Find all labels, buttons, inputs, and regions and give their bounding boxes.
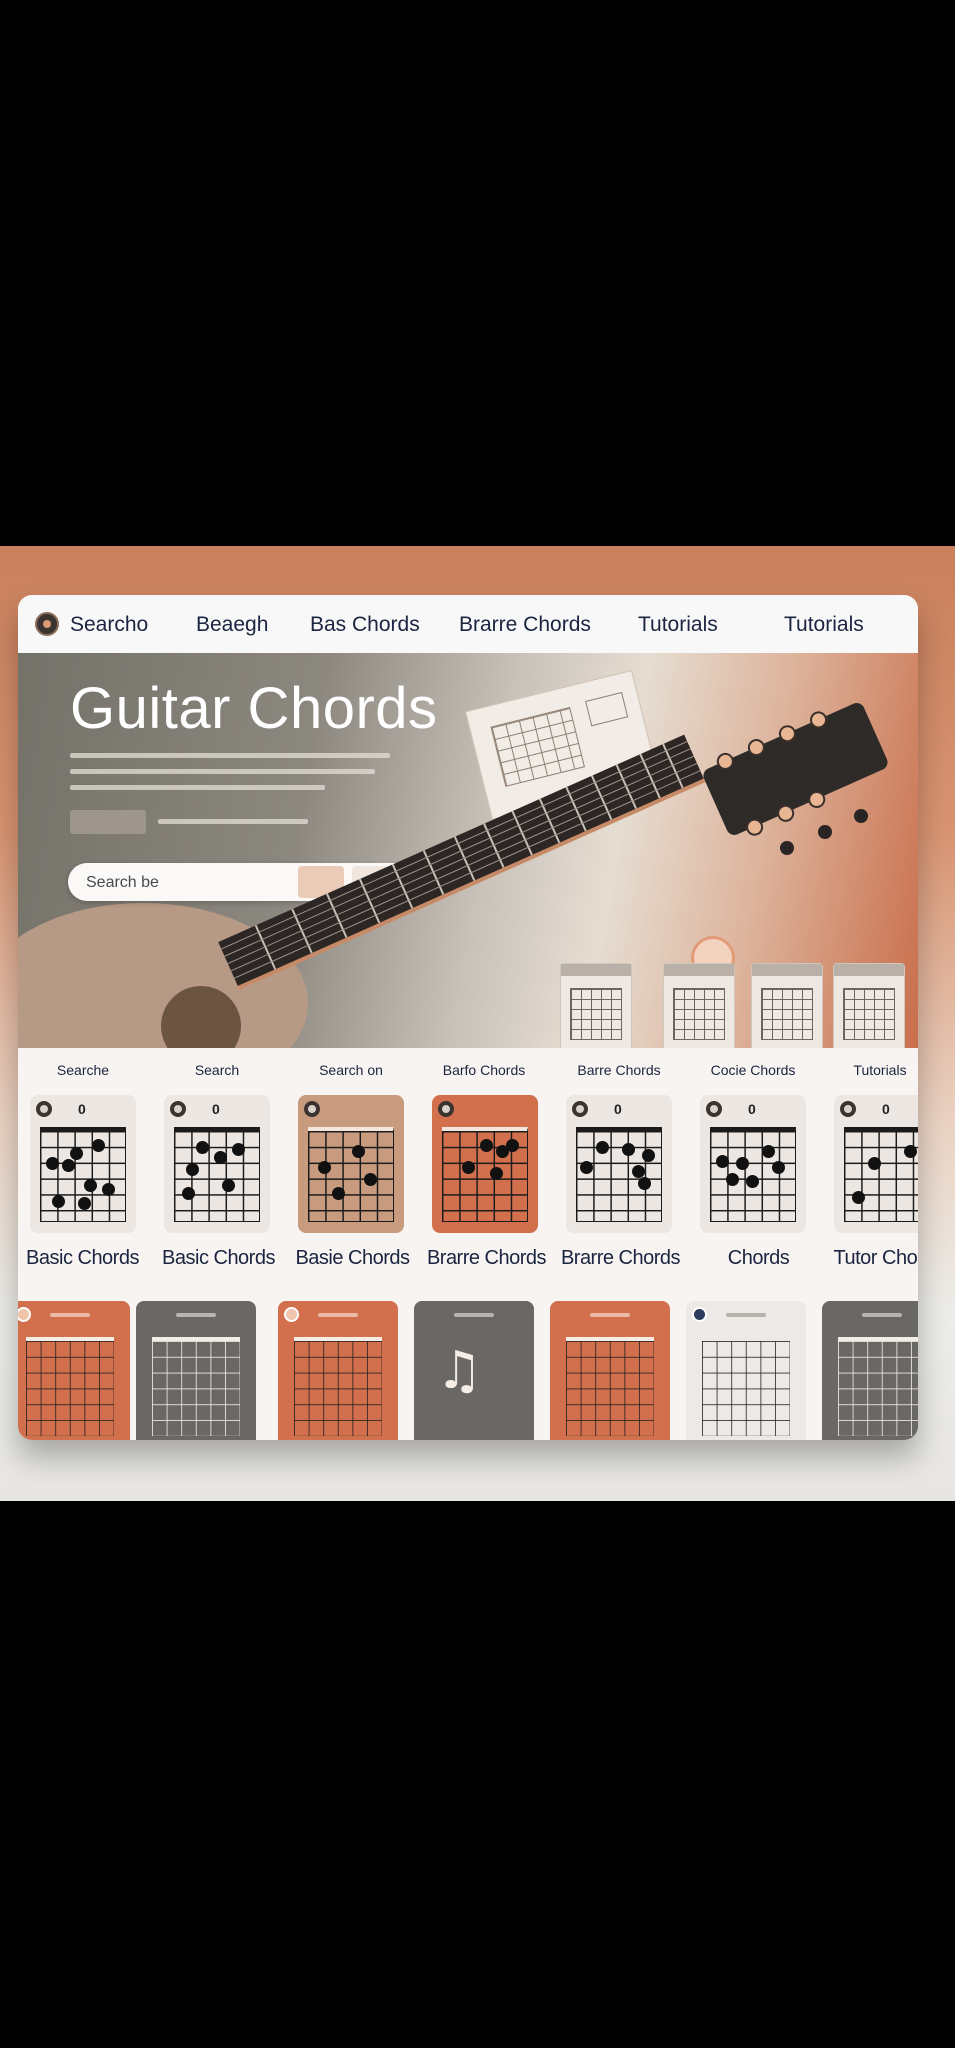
chord-card[interactable]	[298, 1095, 404, 1233]
chord-preview-card[interactable]	[550, 1301, 670, 1440]
chord-icon	[36, 1101, 52, 1117]
guitar-chords-app: Searcho Beaegh Bas Chords Brarre Chords …	[18, 595, 918, 1440]
section-label[interactable]: Tutorials	[825, 1062, 918, 1078]
chord-icon	[170, 1101, 186, 1117]
mini-chord-card[interactable]	[663, 963, 735, 1048]
chord-icon	[284, 1307, 299, 1322]
section-label[interactable]: Searche	[28, 1062, 138, 1078]
chord-icon	[692, 1307, 707, 1322]
chord-preview-card[interactable]	[822, 1301, 918, 1440]
nav-item-search-2[interactable]: Beaegh	[196, 613, 268, 637]
chord-diagram	[844, 1127, 918, 1222]
chord-category-label[interactable]: Basic Chords	[20, 1247, 145, 1270]
hero-banner: Guitar Chords	[18, 653, 918, 1048]
top-nav: Searcho Beaegh Bas Chords Brarre Chords …	[18, 595, 918, 654]
open-string-marker: 0	[748, 1101, 756, 1117]
chord-icon	[706, 1101, 722, 1117]
open-string-marker: 0	[882, 1101, 890, 1117]
chord-card[interactable]: 0	[30, 1095, 136, 1233]
chord-diagram	[710, 1127, 796, 1222]
chord-card[interactable]: 0	[566, 1095, 672, 1233]
nav-item-barre-chords[interactable]: Brarre Chords	[459, 613, 591, 637]
hero-description-line	[70, 769, 375, 774]
open-string-marker: 0	[212, 1101, 220, 1117]
chord-preview-card[interactable]: ♫	[414, 1301, 534, 1440]
section-label[interactable]: Barre Chords	[564, 1062, 674, 1078]
chord-icon	[304, 1101, 320, 1117]
hero-description-line	[70, 753, 390, 758]
chord-diagram	[308, 1127, 394, 1222]
chord-category-label[interactable]: Basic Chords	[156, 1247, 281, 1270]
nav-item-search[interactable]: Searcho	[70, 613, 148, 637]
chord-category-label[interactable]: Basie Chords	[290, 1247, 415, 1270]
nav-item-tutorials-2[interactable]: Tutorials	[784, 613, 864, 637]
chord-icon	[438, 1101, 454, 1117]
section-label[interactable]: Cocie Chords	[698, 1062, 808, 1078]
chord-diagram	[174, 1127, 260, 1222]
hero-description-line	[70, 785, 325, 790]
chord-category-label[interactable]: Tutor Chords	[826, 1247, 918, 1270]
chord-preview-card[interactable]	[136, 1301, 256, 1440]
open-string-marker: 0	[614, 1101, 622, 1117]
chord-icon	[572, 1101, 588, 1117]
mini-chord-card[interactable]	[833, 963, 905, 1048]
chord-diagram	[40, 1127, 126, 1222]
chord-icon	[18, 1307, 31, 1322]
section-label[interactable]: Search on	[296, 1062, 406, 1078]
logo-icon[interactable]	[35, 612, 59, 636]
chord-card[interactable]: 0	[164, 1095, 270, 1233]
section-label[interactable]: Search	[162, 1062, 272, 1078]
music-notes-icon: ♫	[436, 1341, 483, 1401]
nav-item-tutorials[interactable]: Tutorials	[638, 613, 718, 637]
chord-category-label[interactable]: Brarre Chords	[424, 1247, 549, 1270]
chord-diagram	[576, 1127, 662, 1222]
hero-title: Guitar Chords	[70, 676, 438, 741]
section-label[interactable]: Barfo Chords	[429, 1062, 539, 1078]
chord-preview-card[interactable]	[278, 1301, 398, 1440]
chord-preview-card[interactable]	[18, 1301, 130, 1440]
mini-chord-card[interactable]	[751, 963, 823, 1048]
chord-icon	[840, 1101, 856, 1117]
search-input[interactable]	[84, 871, 248, 895]
chord-category-label[interactable]: Chords	[696, 1247, 821, 1270]
chord-diagram	[442, 1127, 528, 1222]
chord-card[interactable]	[432, 1095, 538, 1233]
hero-cta-button[interactable]	[70, 810, 146, 834]
chord-category-label[interactable]: Brarre Chords	[558, 1247, 683, 1270]
chord-card[interactable]: 0	[700, 1095, 806, 1233]
chord-preview-card[interactable]	[686, 1301, 806, 1440]
mini-chord-card[interactable]	[560, 963, 632, 1048]
hero-description-line	[158, 819, 308, 824]
chord-card[interactable]: 0	[834, 1095, 918, 1233]
open-string-marker: 0	[78, 1101, 86, 1117]
nav-item-basic-chords[interactable]: Bas Chords	[310, 613, 420, 637]
